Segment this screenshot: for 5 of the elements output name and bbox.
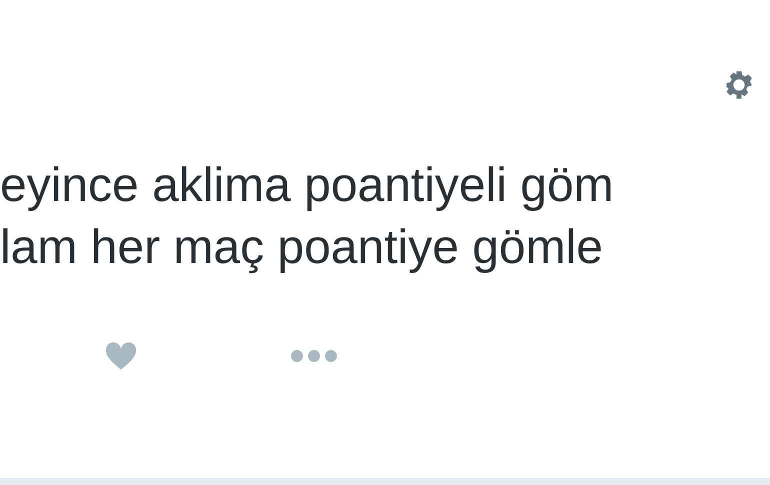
tweet-text-line: lam her maç poantiye gömle [0, 220, 604, 276]
more-icon[interactable] [290, 349, 338, 363]
tweet-text-line: eyince aklima poantiyeli göm [0, 158, 615, 214]
settings-icon[interactable] [724, 70, 754, 100]
heart-icon[interactable] [104, 341, 138, 371]
